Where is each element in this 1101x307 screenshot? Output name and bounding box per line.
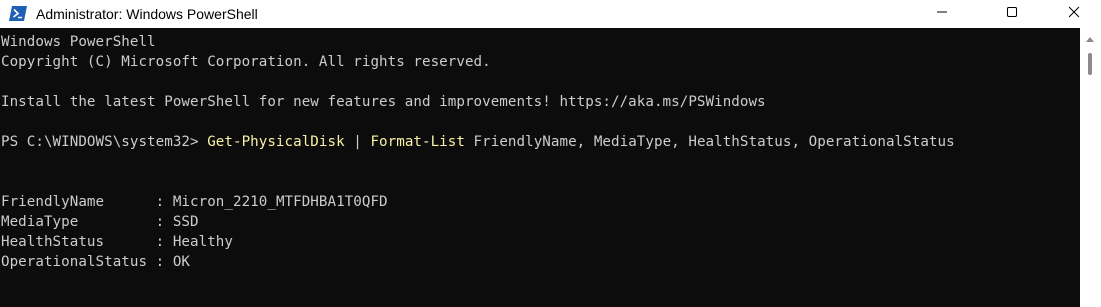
scroll-thumb[interactable]: [1088, 53, 1092, 75]
vertical-scrollbar[interactable]: [1080, 28, 1101, 307]
output-value: Healthy: [172, 234, 233, 250]
minimize-button[interactable]: [919, 0, 965, 28]
output-key: HealthStatus :: [1, 234, 173, 250]
maximize-icon: [1006, 5, 1018, 23]
powershell-window: Administrator: Windows PowerShell Window…: [0, 0, 1101, 307]
console-install-line: Install the latest PowerShell for new fe…: [1, 94, 766, 110]
command-cmdlet: Get-PhysicalDisk: [207, 134, 345, 150]
close-button[interactable]: [1051, 0, 1097, 28]
console-header-line: Windows PowerShell: [1, 34, 156, 50]
output-key: MediaType :: [1, 214, 173, 230]
scroll-up-arrow-icon[interactable]: [1086, 37, 1094, 42]
output-row: FriendlyName : Micron_2210_MTFDHBA1T0QFD: [1, 192, 388, 212]
output-value: SSD: [172, 214, 199, 230]
prompt-text: PS C:\WINDOWS\system32>: [1, 134, 208, 150]
output-value: Micron_2210_MTFDHBA1T0QFD: [172, 194, 388, 210]
command-pipe: |: [344, 134, 371, 150]
console-output[interactable]: Windows PowerShell Copyright (C) Microso…: [0, 28, 1080, 307]
console-copyright-line: Copyright (C) Microsoft Corporation. All…: [1, 54, 491, 70]
command-line: PS C:\WINDOWS\system32> Get-PhysicalDisk…: [1, 132, 955, 152]
output-row: OperationalStatus : OK: [1, 252, 190, 272]
output-row: MediaType : SSD: [1, 212, 199, 232]
title-bar[interactable]: Administrator: Windows PowerShell: [0, 0, 1101, 28]
minimize-icon: [936, 5, 948, 23]
output-key: OperationalStatus :: [1, 254, 173, 270]
output-row: HealthStatus : Healthy: [1, 232, 233, 252]
maximize-button[interactable]: [989, 0, 1035, 28]
output-value: OK: [172, 254, 191, 270]
output-key: FriendlyName :: [1, 194, 173, 210]
powershell-icon: [9, 6, 27, 21]
window-title: Administrator: Windows PowerShell: [36, 6, 258, 22]
close-icon: [1068, 5, 1080, 23]
command-arguments: FriendlyName, MediaType, HealthStatus, O…: [464, 134, 955, 150]
command-cmdlet: Format-List: [370, 134, 465, 150]
